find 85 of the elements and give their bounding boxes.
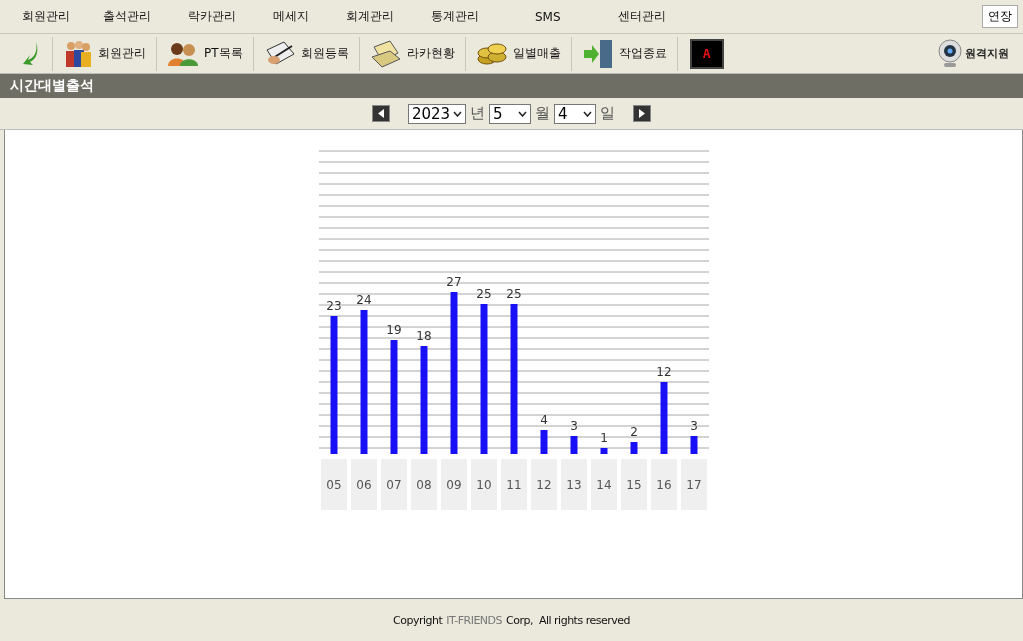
menu-item[interactable]: 메세지 [273,8,309,25]
x-tick-label: 07 [385,478,402,492]
value-label: 12 [655,365,672,379]
dropdown-caret-icon [453,110,463,117]
x-tick-label: 09 [445,478,462,492]
month-select[interactable]: 5 [489,103,532,124]
x-tick-label: 12 [535,478,552,492]
x-tick-label: 08 [415,478,432,492]
toolbar-button[interactable]: 작업종료 [571,36,678,71]
year-select[interactable]: 2023 [407,103,467,124]
x-tick-label: 11 [505,478,522,492]
category-label: 16 [650,459,677,510]
menu-item[interactable]: 통계관리 [431,8,479,25]
menu-item[interactable]: SMS [535,9,561,24]
menu-item[interactable]: 센터관리 [617,8,666,25]
dropdown-caret-icon [518,110,528,117]
value-label: 23 [325,299,342,313]
category-label: 08 [410,459,437,510]
category-label: 14 [590,459,617,510]
category-label: 09 [440,459,467,510]
menu-item[interactable]: 락카관리 [188,8,236,25]
day-select[interactable]: 4 [554,103,597,124]
toolbar-button[interactable]: PT목록 [157,36,254,71]
category-label: 06 [350,459,377,510]
x-tick-label: 05 [325,478,342,492]
door-arrow-icon [581,37,614,70]
value-label: 3 [689,419,698,433]
bar [660,382,667,454]
category-label: 17 [680,459,707,510]
rights-text: Corp, All rights reserved [506,613,630,627]
day-unit: 일 [600,104,616,123]
left-triangle-icon [377,109,384,118]
toolbar-button[interactable]: 라카현황 [359,36,466,71]
people-icon [63,39,93,68]
toolbar-button[interactable]: A [689,38,724,69]
x-tick-label: 13 [565,478,582,492]
value-label: 1 [599,431,608,445]
two-people-icon [167,41,199,66]
category-label: 13 [560,459,587,510]
value-label: 3 [569,419,578,433]
bar [690,436,697,454]
menu-item[interactable]: 출석관리 [103,8,151,25]
previous-button[interactable] [371,105,390,122]
year-unit: 년 [470,104,486,123]
value-label: 18 [415,329,432,343]
category-label: 10 [470,459,497,510]
bar [630,442,637,454]
toolbar-button[interactable]: 일별매출 [465,36,572,71]
folder-icon [369,38,402,69]
company-name: IT-FRIENDS [446,613,503,627]
x-tick-label: 16 [655,478,672,492]
value-label: 2 [629,425,638,439]
right-triangle-icon [639,109,646,118]
value-label: 27 [445,275,462,289]
x-tick-label: 17 [685,478,702,492]
category-label: 12 [530,459,557,510]
value-label: 19 [385,323,402,337]
extend-button[interactable]: 연장 [982,5,1018,28]
bar [570,436,577,454]
value-label: 24 [355,293,372,307]
value-label: 25 [475,287,492,301]
category-label: 11 [500,459,527,510]
month-unit: 월 [535,104,551,123]
category-label: 05 [320,459,347,510]
menu-item[interactable]: 회계관리 [346,8,394,25]
remote-support-button[interactable]: 원격지원 [931,37,1015,70]
bar [600,448,607,454]
section-title: 시간대별출석 [10,77,94,95]
dropdown-caret-icon [583,110,593,117]
category-label: 07 [380,459,407,510]
value-label: 25 [505,287,522,301]
x-tick-label: 06 [355,478,372,492]
toolbar-button[interactable]: 회원관리 [53,36,157,71]
copyright-text: Copyright [393,613,443,627]
x-tick-label: 15 [625,478,642,492]
x-tick-label: 14 [595,478,612,492]
webcam-icon [937,38,963,69]
category-label: 15 [620,459,647,510]
next-button[interactable] [633,105,652,122]
menu-item[interactable]: 회원관리 [22,8,70,25]
bar [540,430,547,454]
coins-icon [475,40,508,67]
value-label: 4 [539,413,548,427]
toolbar-button[interactable]: 회원등록 [253,36,360,71]
x-tick-label: 10 [475,478,492,492]
